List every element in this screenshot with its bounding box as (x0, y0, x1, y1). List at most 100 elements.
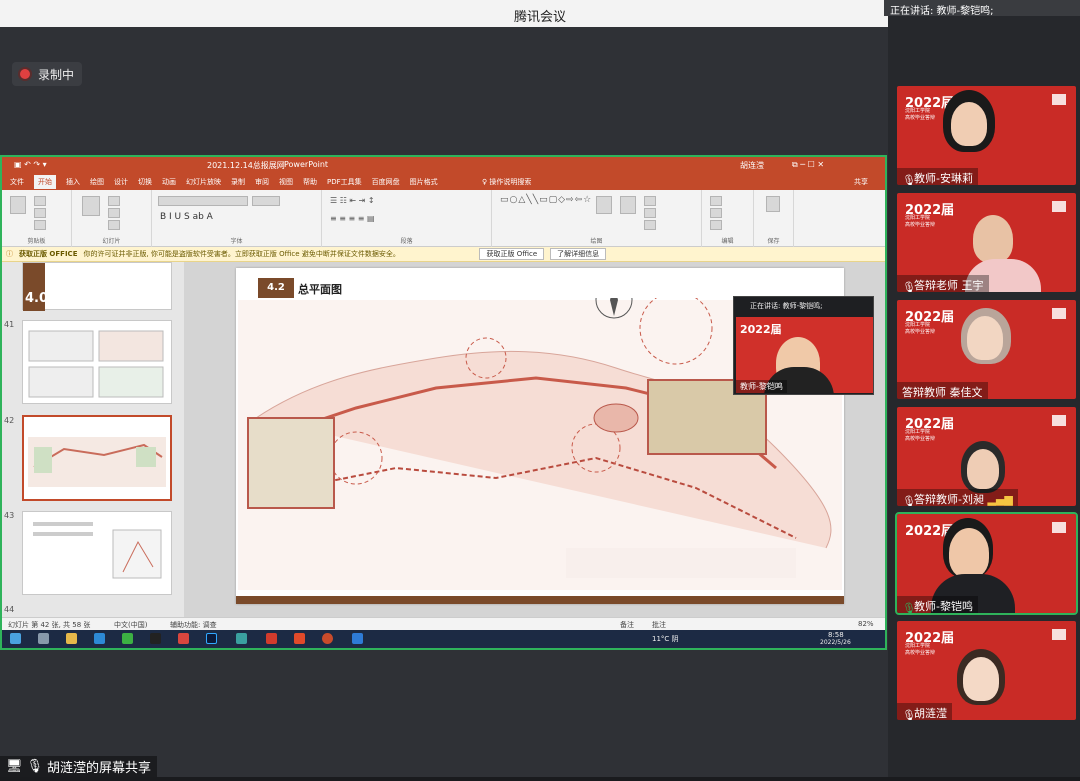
volume-bars-icon: ▂▄▆ (987, 493, 1013, 506)
learn-more-button[interactable]: 了解详细信息 (550, 248, 607, 260)
slide-thumbnail-41[interactable] (22, 320, 172, 404)
ribbon-tab[interactable]: 帮助 (303, 177, 317, 187)
notes-button[interactable]: 备注 (620, 620, 634, 630)
arrange-icon[interactable] (596, 196, 612, 214)
participant-name-text: 答辩老师 王宇 (914, 279, 984, 292)
powerpoint-icon[interactable] (322, 633, 333, 644)
thumb-diagram-icon (33, 522, 162, 579)
record-dot-icon (20, 69, 30, 79)
ribbon-tab[interactable]: 动画 (162, 177, 176, 187)
find-icon[interactable] (710, 196, 722, 206)
file-explorer-icon[interactable] (66, 633, 77, 644)
group-label: 绘图 (590, 238, 603, 245)
ribbon-tab[interactable]: 百度网盘 (372, 177, 400, 187)
language: 中文(中国) (114, 621, 148, 629)
save-to-cloud-icon[interactable] (766, 196, 780, 212)
participant-tile[interactable]: 2022届 沈阳工学院 高校毕业答辩 答辩教师 秦佳文 (897, 300, 1076, 399)
slide-title: 总平面图 (298, 283, 342, 296)
app-icon[interactable] (178, 633, 189, 644)
tile-line1: 沈阳工学院 (905, 643, 931, 649)
ppt-quick-access[interactable]: ▣ ↶ ↷ ▾ (14, 160, 47, 169)
ribbon-tab[interactable]: 绘图 (90, 177, 104, 187)
ribbon-tab[interactable]: 切换 (138, 177, 152, 187)
copy-icon[interactable] (34, 208, 46, 218)
ribbon-tab[interactable]: 视图 (279, 177, 293, 187)
comments-button[interactable]: 批注 (652, 620, 666, 630)
zoom-level[interactable]: 82% (858, 620, 874, 628)
ribbon-tab[interactable]: 图片格式 (410, 177, 438, 187)
tencent-meeting-icon[interactable] (352, 633, 363, 644)
slide-thumbnail-43[interactable] (22, 511, 172, 595)
participant-tile-active-speaker[interactable]: 2022届 🎙教师-黎铠鸣 (895, 512, 1078, 615)
align-buttons[interactable]: ≡ ≡ ≡ ≡ ▤ (330, 214, 375, 223)
participant-tile[interactable]: 2022届 沈阳工学院 高校毕业答辩 🎙教师-安琳莉 (897, 86, 1076, 185)
new-slide-icon[interactable] (82, 196, 100, 216)
font-style-buttons[interactable]: B I U S ab A (160, 212, 213, 222)
shapes-gallery[interactable]: ▭○△╲╲▭▢◇⇨⇦☆ (500, 195, 592, 205)
paste-icon[interactable] (10, 196, 26, 214)
replace-icon[interactable] (710, 208, 722, 218)
ribbon-tab[interactable]: PDF工具集 (327, 177, 362, 187)
wechat-icon[interactable] (122, 633, 133, 644)
accessibility[interactable]: 辅助功能: 调查 (170, 620, 217, 630)
font-name-select[interactable] (158, 196, 248, 206)
participant-face (967, 316, 1003, 360)
participant-face (951, 102, 987, 146)
ribbon-search[interactable]: ♀ 操作说明搜索 (482, 177, 531, 187)
select-icon[interactable] (710, 220, 722, 230)
clock-date[interactable]: 2022/5/26 (820, 639, 851, 646)
ribbon-tab[interactable]: 设计 (114, 177, 128, 187)
reset-icon[interactable] (108, 208, 120, 218)
layout-icon[interactable] (108, 196, 120, 206)
windows-start-icon[interactable] (10, 633, 21, 644)
edge-icon[interactable] (94, 633, 105, 644)
inset-video: 2022届 教师-黎铠鸣 (736, 317, 873, 393)
window-controls[interactable]: ⧉ ─ ☐ ✕ (792, 160, 824, 170)
tile-line1: 沈阳工学院 (905, 108, 931, 114)
ribbon-tab[interactable]: 插入 (66, 177, 80, 187)
font-size-select[interactable] (252, 196, 280, 206)
get-office-button[interactable]: 获取正版 Office (479, 248, 545, 260)
ribbon-tab[interactable]: 审阅 (255, 177, 269, 187)
screen-share-text: 胡涟滢的屏幕共享 (47, 761, 152, 776)
slide-thumbnail-40[interactable]: 4.0 (22, 262, 172, 311)
ribbon-tab[interactable]: 录制 (231, 177, 245, 187)
clock-time[interactable]: 8:58 (828, 631, 844, 639)
list-buttons[interactable]: ☰ ☷ ⇤ ⇥ ↕ (330, 196, 375, 205)
ribbon-tab[interactable]: 文件 (10, 177, 24, 187)
participant-tile[interactable]: 2022届 沈阳工学院 高校毕业答辩 🎙答辩教师-刘昶 ▂▄▆ (897, 407, 1076, 506)
participant-name: 答辩教师 秦佳文 (897, 382, 988, 399)
participant-tile[interactable]: 2022届 沈阳工学院 高校毕业答辩 🎙答辩老师 王宇 (897, 193, 1076, 292)
windows-taskbar: 11°C 阴 8:58 2022/5/26 (2, 630, 885, 648)
tile-line1: 沈阳工学院 (905, 215, 931, 221)
ribbon-tab[interactable]: 幻灯片放映 (186, 177, 221, 187)
slide-thumbnail-42[interactable] (22, 415, 172, 501)
cut-icon[interactable] (34, 196, 46, 206)
participant-tile[interactable]: 2022届 沈阳工学院 高校毕业答辩 🎙胡涟滢 (897, 621, 1076, 720)
weather[interactable]: 11°C 阴 (652, 634, 679, 644)
search-icon[interactable] (38, 633, 49, 644)
license-warning-bar: ⓘ 获取正版 OFFICE 你的许可证并非正版, 你可能是盗版软件受害者。立即获… (2, 247, 885, 262)
shape-fill-icon[interactable] (644, 196, 656, 206)
recording-indicator[interactable]: 录制中 (12, 62, 83, 86)
app-icon[interactable] (236, 633, 247, 644)
photoshop-icon[interactable] (206, 633, 217, 644)
qq-icon[interactable] (150, 633, 161, 644)
participant-face (967, 449, 999, 489)
shape-effects-icon[interactable] (644, 220, 656, 230)
bottom-bar (0, 777, 1080, 781)
section-icon[interactable] (108, 220, 120, 230)
share-button[interactable]: 共享 (854, 177, 868, 187)
ribbon-tab[interactable]: 开始 (34, 174, 56, 189)
screen-share-label[interactable]: 🖥 🎙 胡涟滢的屏幕共享 (0, 756, 158, 777)
shape-outline-icon[interactable] (644, 208, 656, 218)
ppt-doc-title: 2021.12.14总报展网 (207, 161, 285, 170)
participant-name: 🎙答辩教师-刘昶 ▂▄▆ (897, 489, 1018, 506)
autocad-icon[interactable] (266, 633, 277, 644)
format-painter-icon[interactable] (34, 220, 46, 230)
screen-share-icon: 🖥 (6, 759, 23, 774)
wps-icon[interactable] (294, 633, 305, 644)
quick-styles-icon[interactable] (620, 196, 636, 214)
shared-screen: ▣ ↶ ↷ ▾ 2021.12.14总报展网 PowerPoint 胡连滢 ⧉ … (0, 155, 887, 650)
participant-name: 🎙答辩老师 王宇 (897, 275, 989, 292)
